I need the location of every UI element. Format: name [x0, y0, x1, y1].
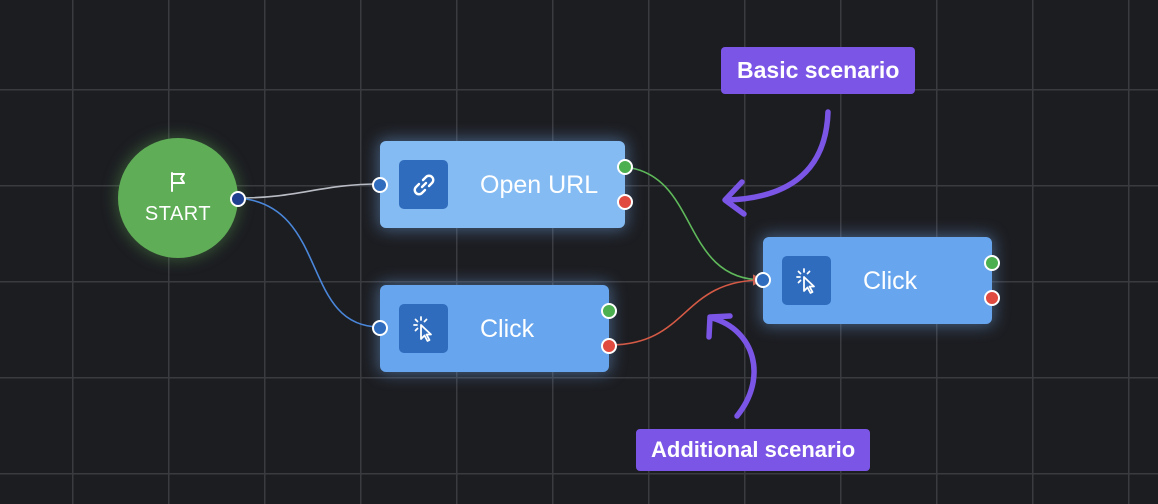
additional-scenario-arrow: [709, 315, 757, 419]
start-output-port[interactable]: [230, 191, 246, 207]
click-right-title: Click: [863, 267, 918, 295]
wire-start-to-open-url[interactable]: [237, 183, 381, 199]
basic-scenario-callout: Basic scenario: [721, 47, 916, 94]
click-success-port[interactable]: [601, 303, 617, 319]
cursor-click-icon: [782, 256, 831, 305]
open-url-title: Open URL: [480, 171, 599, 199]
open-url-node[interactable]: Open URL: [380, 141, 625, 228]
cursor-click-icon: [399, 304, 448, 353]
click-title: Click: [480, 315, 535, 343]
start-node[interactable]: START: [118, 138, 238, 258]
click-right-error-port[interactable]: [984, 290, 1000, 306]
click-node-right[interactable]: Click: [763, 237, 992, 324]
start-label: START: [144, 202, 212, 225]
click-right-success-port[interactable]: [984, 255, 1000, 271]
flag-icon: [171, 171, 185, 192]
open-url-input-port[interactable]: [372, 177, 388, 193]
click-node[interactable]: Click: [380, 285, 609, 372]
click-error-port[interactable]: [601, 338, 617, 354]
open-url-error-port[interactable]: [617, 194, 633, 210]
open-url-success-port[interactable]: [617, 159, 633, 175]
click-right-input-port[interactable]: [755, 272, 771, 288]
basic-scenario-arrow: [724, 109, 831, 203]
link-icon: [399, 160, 448, 209]
additional-scenario-callout: Additional scenario: [636, 429, 871, 471]
click-input-port[interactable]: [372, 320, 388, 336]
wire-start-to-click[interactable]: [237, 197, 381, 328]
